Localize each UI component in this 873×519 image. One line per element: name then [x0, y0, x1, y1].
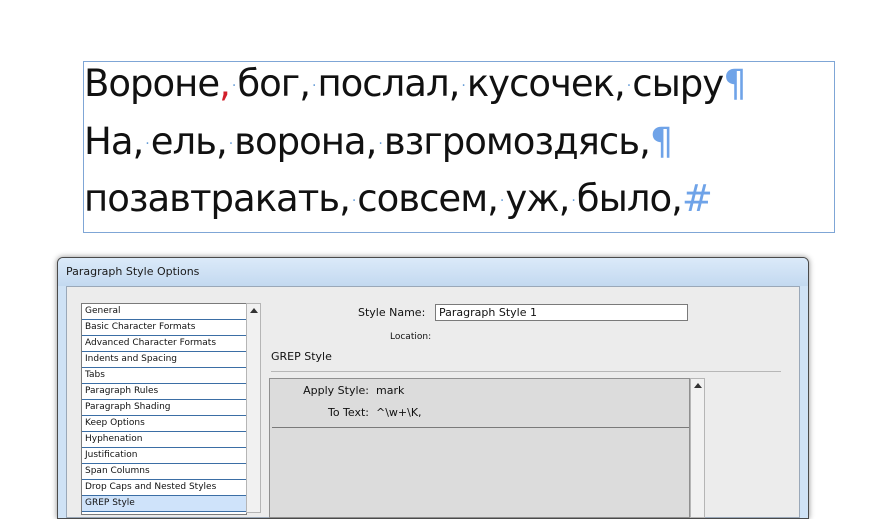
- space-marker: ·: [461, 78, 466, 94]
- to-text-value[interactable]: ^\w+\K,: [376, 406, 422, 419]
- category-item-span-columns[interactable]: Span Columns: [82, 464, 246, 480]
- space-marker: ·: [145, 136, 150, 152]
- paragraph-style-options-dialog: Paragraph Style Options General Basic Ch…: [57, 257, 809, 519]
- apply-style-value[interactable]: mark: [376, 384, 404, 397]
- space-marker: ·: [571, 193, 576, 209]
- category-item-hyphenation[interactable]: Hyphenation: [82, 432, 246, 448]
- category-item-keep-options[interactable]: Keep Options: [82, 416, 246, 432]
- word: бог: [237, 62, 300, 105]
- comma: ,: [339, 177, 351, 220]
- category-list-scrollbar[interactable]: [246, 303, 261, 513]
- category-item-paragraph-rules[interactable]: Paragraph Rules: [82, 384, 246, 400]
- category-item-tabs[interactable]: Tabs: [82, 368, 246, 384]
- space-marker: ·: [231, 78, 237, 94]
- comma: ,: [299, 62, 311, 105]
- space-marker: ·: [312, 78, 317, 94]
- scroll-up-arrow-icon[interactable]: [694, 383, 702, 388]
- apply-style-label: Apply Style:: [303, 384, 369, 397]
- dialog-body: General Basic Character Formats Advanced…: [66, 286, 800, 518]
- category-item-advanced-character-formats[interactable]: Advanced Character Formats: [82, 336, 246, 352]
- text-line-3: позавтракать, ·совсем, ·уж, ·было,#: [84, 177, 713, 235]
- pilcrow-icon: ¶: [723, 62, 747, 105]
- word: послал: [317, 62, 449, 105]
- scroll-up-arrow-icon[interactable]: [250, 308, 258, 313]
- section-divider: [271, 371, 781, 372]
- text-line-1: Вороне, ·бог, ·послал, ·кусочек, ·сыру¶: [84, 62, 747, 120]
- style-name-input[interactable]: [435, 304, 688, 321]
- word: На: [84, 120, 133, 163]
- category-item-paragraph-shading[interactable]: Paragraph Shading: [82, 400, 246, 416]
- word: Вороне: [84, 62, 220, 105]
- comma: ,: [215, 120, 228, 163]
- word: совсем: [357, 177, 488, 220]
- space-marker: ·: [351, 193, 357, 209]
- comma: ,: [132, 120, 145, 163]
- dialog-title: Paragraph Style Options: [66, 265, 200, 278]
- space-marker: ·: [499, 193, 505, 209]
- word: сыру: [632, 62, 724, 105]
- grep-list-scrollbar[interactable]: [690, 378, 705, 518]
- word: кусочек: [466, 62, 615, 105]
- category-item-drop-caps-and-nested-styles[interactable]: Drop Caps and Nested Styles: [82, 480, 246, 496]
- comma: ,: [448, 62, 461, 105]
- text-frame[interactable]: Вороне, ·бог, ·послал, ·кусочек, ·сыру¶ На, ·…: [83, 61, 835, 233]
- end-of-story-icon: #: [681, 177, 713, 220]
- category-list: General Basic Character Formats Advanced…: [81, 303, 247, 515]
- section-title: GREP Style: [271, 350, 332, 363]
- comma: ,: [365, 120, 378, 163]
- text-line-2: На, ·ель, ·ворона, ·взгромоздясь,¶: [84, 120, 674, 178]
- comma: ,: [614, 62, 626, 105]
- space-marker: ·: [626, 78, 632, 94]
- category-item-basic-character-formats[interactable]: Basic Character Formats: [82, 320, 246, 336]
- word: ель: [150, 120, 217, 163]
- word: позавтракать: [84, 177, 340, 220]
- category-item-grep-style[interactable]: GREP Style: [82, 496, 246, 512]
- space-marker: ·: [228, 136, 234, 152]
- word: взгромоздясь: [383, 120, 640, 163]
- grep-style-list[interactable]: Apply Style: mark To Text: ^\w+\K,: [269, 378, 690, 518]
- word: ворона: [234, 120, 366, 163]
- location-label: Location:: [390, 332, 432, 342]
- space-marker: ·: [378, 136, 383, 152]
- style-name-label: Style Name:: [358, 306, 426, 319]
- category-item-general[interactable]: General: [82, 304, 246, 320]
- word: было: [576, 177, 672, 220]
- comma: ,: [558, 177, 571, 220]
- comma: ,: [487, 177, 499, 220]
- dialog-titlebar[interactable]: Paragraph Style Options: [58, 258, 808, 286]
- comma: ,: [671, 177, 683, 220]
- category-item-justification[interactable]: Justification: [82, 448, 246, 464]
- comma: ,: [639, 120, 651, 163]
- grep-entry-divider: [272, 427, 689, 428]
- word: уж: [505, 177, 559, 220]
- category-item-indents-and-spacing[interactable]: Indents and Spacing: [82, 352, 246, 368]
- comma-marked: ,: [219, 62, 231, 105]
- pilcrow-icon: ¶: [649, 120, 674, 163]
- to-text-label: To Text:: [327, 406, 369, 419]
